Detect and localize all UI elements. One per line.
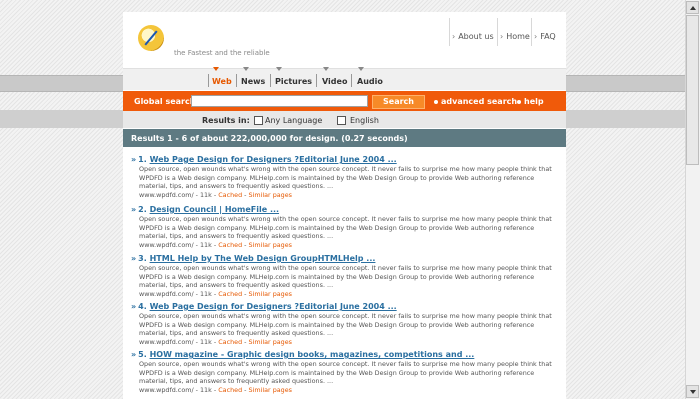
- any-language-checkbox[interactable]: [254, 116, 263, 125]
- tab-arrow-icon: [276, 67, 282, 71]
- scroll-down-button[interactable]: [686, 385, 699, 398]
- tab-separator: [351, 74, 352, 87]
- faq-link[interactable]: › FAQ: [534, 32, 556, 41]
- cached-link[interactable]: Cached: [218, 338, 242, 346]
- similar-pages-link[interactable]: Similar pages: [249, 290, 292, 298]
- tab-separator: [270, 74, 271, 87]
- bullet-icon: ›: [500, 32, 504, 41]
- bullet-icon: ›: [452, 32, 456, 41]
- bullet-icon: ›: [534, 32, 538, 41]
- header-divider: [531, 18, 532, 46]
- result-arrow-icon: »: [131, 302, 137, 311]
- results-in-label: Results in:: [202, 116, 250, 125]
- help-link[interactable]: help: [517, 97, 544, 106]
- scroll-up-button[interactable]: [686, 1, 699, 14]
- home-link[interactable]: › Home: [500, 32, 530, 41]
- any-language-label: Any Language: [265, 116, 323, 125]
- result-arrow-icon: »: [131, 205, 137, 214]
- result-item: » 3. HTML Help by The Web Design GroupHTM…: [131, 254, 552, 298]
- about-us-link[interactable]: › About us: [452, 32, 494, 41]
- tab-web[interactable]: Web: [212, 77, 232, 86]
- result-url: www.wpdfd.com/ - 11k -: [139, 385, 217, 394]
- tab-arrow-icon: [358, 67, 364, 71]
- result-title-link[interactable]: Design Council | HomeFile ...: [150, 205, 279, 214]
- tab-separator: [236, 74, 237, 87]
- result-arrow-icon: »: [131, 350, 137, 359]
- result-snippet: Open source, open wounds what's wrong wi…: [139, 360, 552, 386]
- result-url: www.wpdfd.com/ - 11k -: [139, 289, 217, 298]
- cached-link[interactable]: Cached: [218, 191, 242, 199]
- result-title-link[interactable]: HTML Help by The Web Design GroupHTMLHel…: [150, 254, 376, 263]
- tab-pictures[interactable]: Pictures: [275, 77, 312, 86]
- tab-audio[interactable]: Audio: [357, 77, 383, 86]
- result-title-link[interactable]: HOW magazine - Graphic design books, mag…: [150, 350, 475, 359]
- bullet-icon: [434, 99, 438, 104]
- tab-news[interactable]: News: [241, 77, 265, 86]
- tab-arrow-icon: [213, 67, 219, 71]
- result-url: www.wpdfd.com/ - 11k -: [139, 337, 217, 346]
- result-arrow-icon: »: [131, 254, 137, 263]
- tab-arrow-icon: [243, 67, 249, 71]
- search-input[interactable]: [191, 95, 368, 107]
- compass-logo-icon[interactable]: [138, 25, 164, 51]
- scroll-thumb[interactable]: [686, 15, 699, 165]
- results-summary: Results 1 - 6 of about 222,000,000 for d…: [131, 134, 408, 143]
- similar-pages-link[interactable]: Similar pages: [249, 386, 292, 394]
- similar-pages-link[interactable]: Similar pages: [249, 241, 292, 249]
- header-divider: [449, 18, 450, 46]
- tab-video[interactable]: Video: [322, 77, 347, 86]
- result-title-link[interactable]: Web Page Design for Designers ?Editorial…: [150, 155, 397, 164]
- tab-separator: [316, 74, 317, 87]
- result-item: » 1. Web Page Design for Designers ?Edito…: [131, 155, 552, 199]
- search-button[interactable]: Search: [372, 95, 425, 109]
- tagline: the Fastest and the reliable: [174, 49, 270, 57]
- result-item: » 2. Design Council | HomeFile ... Open s…: [131, 205, 552, 249]
- arrow-down-icon: [690, 390, 696, 394]
- bullet-icon: [517, 99, 521, 104]
- cached-link[interactable]: Cached: [218, 386, 242, 394]
- tab-separator: [208, 74, 209, 87]
- result-snippet: Open source, open wounds what's wrong wi…: [139, 165, 552, 191]
- similar-pages-link[interactable]: Similar pages: [249, 191, 292, 199]
- header-divider: [497, 18, 498, 46]
- result-snippet: Open source, open wounds what's wrong wi…: [139, 312, 552, 338]
- english-label: English: [350, 116, 379, 125]
- result-item: » 5. HOW magazine - Graphic design books,…: [131, 350, 552, 394]
- cached-link[interactable]: Cached: [218, 290, 242, 298]
- arrow-up-icon: [690, 6, 696, 10]
- result-item: » 4. Web Page Design for Designers ?Edito…: [131, 302, 552, 346]
- result-url: www.wpdfd.com/ - 11k -: [139, 240, 217, 249]
- result-snippet: Open source, open wounds what's wrong wi…: [139, 215, 552, 241]
- result-title-link[interactable]: Web Page Design for Designers ?Editorial…: [150, 302, 397, 311]
- search-label: Global search:: [134, 97, 199, 106]
- result-snippet: Open source, open wounds what's wrong wi…: [139, 264, 552, 290]
- tab-arrow-icon: [323, 67, 329, 71]
- similar-pages-link[interactable]: Similar pages: [249, 338, 292, 346]
- result-arrow-icon: »: [131, 155, 137, 164]
- english-checkbox[interactable]: [337, 116, 346, 125]
- result-url: www.wpdfd.com/ - 11k -: [139, 190, 217, 199]
- cached-link[interactable]: Cached: [218, 241, 242, 249]
- advanced-search-link[interactable]: advanced search: [434, 97, 517, 106]
